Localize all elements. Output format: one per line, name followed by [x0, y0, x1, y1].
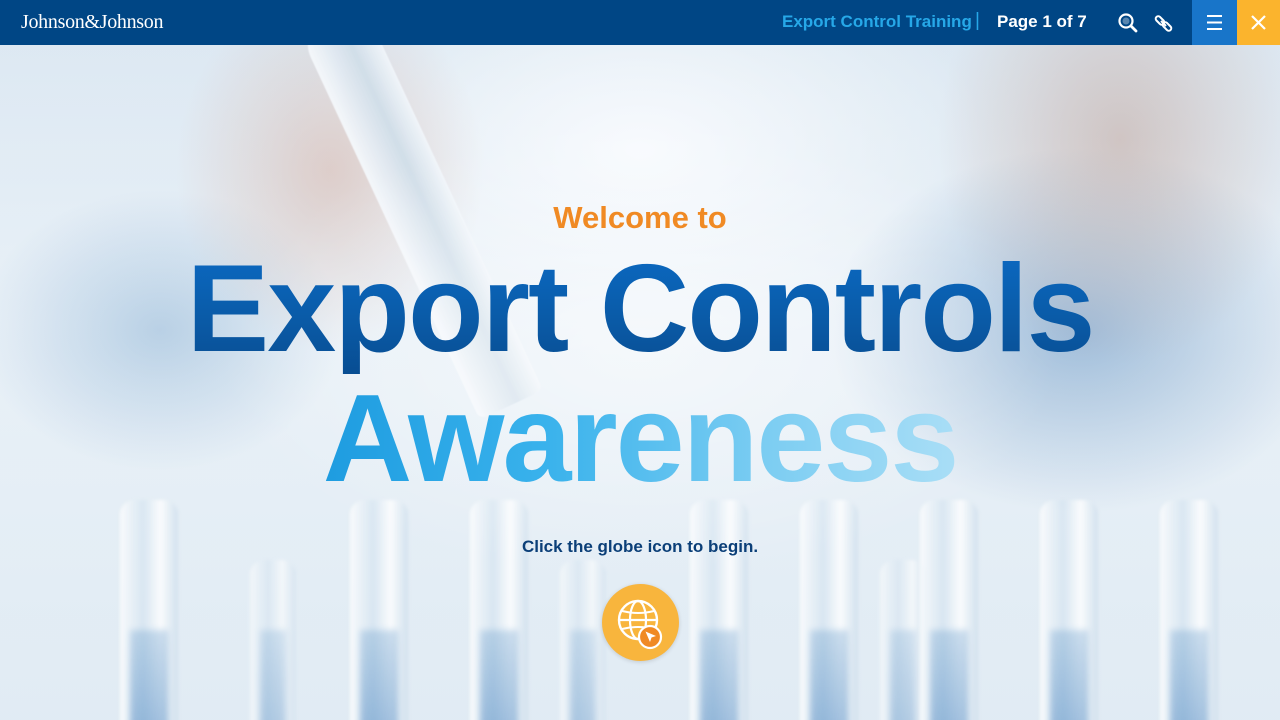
page-title: Export Controls Awareness: [0, 244, 1280, 504]
search-icon[interactable]: [1116, 11, 1140, 35]
start-instruction: Click the globe icon to begin.: [521, 537, 759, 556]
title-line-1: Export Controls: [186, 240, 1096, 378]
close-icon: [1251, 15, 1266, 30]
title-line-2: Awareness: [322, 370, 960, 508]
company-logo: Johnson&Johnson: [21, 11, 164, 33]
menu-icon: [1207, 15, 1222, 30]
link-icon[interactable]: [1152, 11, 1176, 35]
globe-cursor-icon: [617, 599, 663, 650]
title-separator: |: [975, 10, 980, 31]
globe-start-button[interactable]: [602, 584, 679, 661]
top-bar: Johnson&Johnson Export Control Training …: [0, 0, 1280, 45]
close-button[interactable]: [1237, 0, 1280, 45]
menu-button[interactable]: [1192, 0, 1237, 45]
course-title: Export Control Training: [782, 12, 972, 31]
welcome-text: Welcome to: [553, 200, 727, 235]
page-indicator: Page 1 of 7: [997, 12, 1087, 31]
